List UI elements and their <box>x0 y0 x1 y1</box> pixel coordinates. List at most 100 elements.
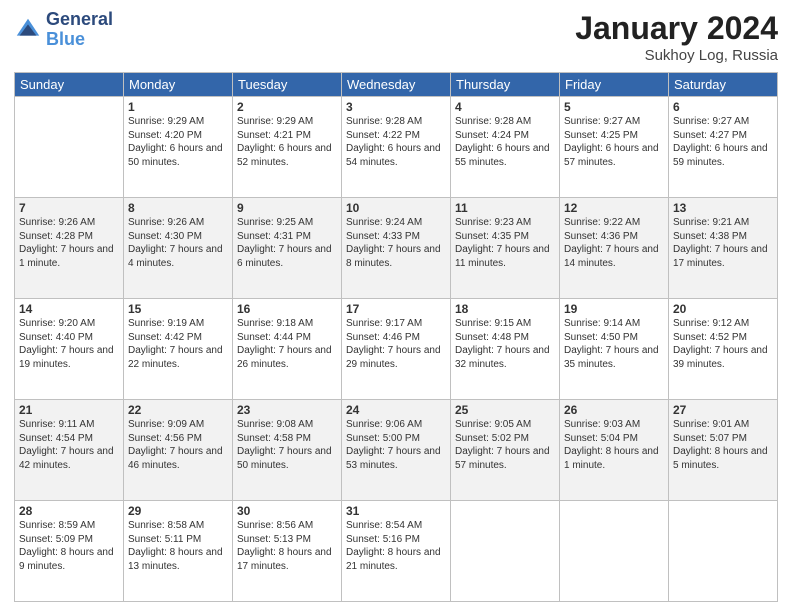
day-info: Sunrise: 8:59 AM Sunset: 5:09 PM Dayligh… <box>19 519 119 573</box>
sunset-text: Sunset: 4:38 PM <box>673 230 773 244</box>
sunset-text: Sunset: 4:33 PM <box>346 230 446 244</box>
daylight-text: Daylight: 7 hours and 1 minute. <box>19 243 119 270</box>
sunrise-text: Sunrise: 9:28 AM <box>346 115 446 129</box>
col-tuesday: Tuesday <box>233 73 342 97</box>
calendar-cell <box>560 501 669 602</box>
col-friday: Friday <box>560 73 669 97</box>
logo-general-text: General <box>46 10 113 30</box>
calendar-cell: 28 Sunrise: 8:59 AM Sunset: 5:09 PM Dayl… <box>15 501 124 602</box>
daylight-text: Daylight: 7 hours and 39 minutes. <box>673 344 773 371</box>
day-number: 9 <box>237 201 337 215</box>
calendar-cell: 23 Sunrise: 9:08 AM Sunset: 4:58 PM Dayl… <box>233 400 342 501</box>
sunset-text: Sunset: 4:31 PM <box>237 230 337 244</box>
day-number: 30 <box>237 504 337 518</box>
calendar-cell: 3 Sunrise: 9:28 AM Sunset: 4:22 PM Dayli… <box>342 97 451 198</box>
sunset-text: Sunset: 5:00 PM <box>346 432 446 446</box>
day-number: 8 <box>128 201 228 215</box>
sunset-text: Sunset: 4:44 PM <box>237 331 337 345</box>
calendar-cell: 19 Sunrise: 9:14 AM Sunset: 4:50 PM Dayl… <box>560 299 669 400</box>
daylight-text: Daylight: 7 hours and 14 minutes. <box>564 243 664 270</box>
daylight-text: Daylight: 7 hours and 8 minutes. <box>346 243 446 270</box>
sunrise-text: Sunrise: 9:27 AM <box>673 115 773 129</box>
sunrise-text: Sunrise: 9:18 AM <box>237 317 337 331</box>
calendar-cell: 18 Sunrise: 9:15 AM Sunset: 4:48 PM Dayl… <box>451 299 560 400</box>
sunrise-text: Sunrise: 8:54 AM <box>346 519 446 533</box>
sunrise-text: Sunrise: 9:15 AM <box>455 317 555 331</box>
calendar-cell: 15 Sunrise: 9:19 AM Sunset: 4:42 PM Dayl… <box>124 299 233 400</box>
day-info: Sunrise: 9:08 AM Sunset: 4:58 PM Dayligh… <box>237 418 337 472</box>
day-number: 22 <box>128 403 228 417</box>
calendar-week-row-4: 21 Sunrise: 9:11 AM Sunset: 4:54 PM Dayl… <box>15 400 778 501</box>
day-info: Sunrise: 9:27 AM Sunset: 4:25 PM Dayligh… <box>564 115 664 169</box>
day-number: 5 <box>564 100 664 114</box>
logo-blue-text: Blue <box>46 30 113 50</box>
daylight-text: Daylight: 6 hours and 50 minutes. <box>128 142 228 169</box>
daylight-text: Daylight: 6 hours and 54 minutes. <box>346 142 446 169</box>
sunset-text: Sunset: 4:54 PM <box>19 432 119 446</box>
daylight-text: Daylight: 8 hours and 13 minutes. <box>128 546 228 573</box>
sunset-text: Sunset: 4:48 PM <box>455 331 555 345</box>
day-number: 31 <box>346 504 446 518</box>
calendar-cell: 11 Sunrise: 9:23 AM Sunset: 4:35 PM Dayl… <box>451 198 560 299</box>
daylight-text: Daylight: 7 hours and 35 minutes. <box>564 344 664 371</box>
daylight-text: Daylight: 7 hours and 32 minutes. <box>455 344 555 371</box>
day-info: Sunrise: 9:18 AM Sunset: 4:44 PM Dayligh… <box>237 317 337 371</box>
sunrise-text: Sunrise: 9:19 AM <box>128 317 228 331</box>
calendar-cell: 16 Sunrise: 9:18 AM Sunset: 4:44 PM Dayl… <box>233 299 342 400</box>
sunrise-text: Sunrise: 9:24 AM <box>346 216 446 230</box>
day-info: Sunrise: 9:26 AM Sunset: 4:30 PM Dayligh… <box>128 216 228 270</box>
calendar-cell: 1 Sunrise: 9:29 AM Sunset: 4:20 PM Dayli… <box>124 97 233 198</box>
day-number: 20 <box>673 302 773 316</box>
day-number: 6 <box>673 100 773 114</box>
calendar-cell: 7 Sunrise: 9:26 AM Sunset: 4:28 PM Dayli… <box>15 198 124 299</box>
daylight-text: Daylight: 7 hours and 50 minutes. <box>237 445 337 472</box>
calendar-table: Sunday Monday Tuesday Wednesday Thursday… <box>14 72 778 602</box>
calendar-cell: 12 Sunrise: 9:22 AM Sunset: 4:36 PM Dayl… <box>560 198 669 299</box>
sunset-text: Sunset: 5:07 PM <box>673 432 773 446</box>
sunset-text: Sunset: 4:35 PM <box>455 230 555 244</box>
sunset-text: Sunset: 5:09 PM <box>19 533 119 547</box>
calendar-cell: 25 Sunrise: 9:05 AM Sunset: 5:02 PM Dayl… <box>451 400 560 501</box>
sunrise-text: Sunrise: 9:26 AM <box>128 216 228 230</box>
daylight-text: Daylight: 8 hours and 9 minutes. <box>19 546 119 573</box>
calendar-header-row: Sunday Monday Tuesday Wednesday Thursday… <box>15 73 778 97</box>
daylight-text: Daylight: 7 hours and 22 minutes. <box>128 344 228 371</box>
sunrise-text: Sunrise: 9:12 AM <box>673 317 773 331</box>
sunrise-text: Sunrise: 9:28 AM <box>455 115 555 129</box>
day-info: Sunrise: 9:05 AM Sunset: 5:02 PM Dayligh… <box>455 418 555 472</box>
day-info: Sunrise: 9:24 AM Sunset: 4:33 PM Dayligh… <box>346 216 446 270</box>
daylight-text: Daylight: 7 hours and 42 minutes. <box>19 445 119 472</box>
sunset-text: Sunset: 4:25 PM <box>564 129 664 143</box>
day-info: Sunrise: 9:26 AM Sunset: 4:28 PM Dayligh… <box>19 216 119 270</box>
daylight-text: Daylight: 7 hours and 11 minutes. <box>455 243 555 270</box>
day-number: 21 <box>19 403 119 417</box>
logo-icon <box>14 16 42 44</box>
day-number: 25 <box>455 403 555 417</box>
col-wednesday: Wednesday <box>342 73 451 97</box>
sunrise-text: Sunrise: 9:26 AM <box>19 216 119 230</box>
daylight-text: Daylight: 6 hours and 59 minutes. <box>673 142 773 169</box>
title-area: January 2024 Sukhoy Log, Russia <box>575 10 778 64</box>
sunrise-text: Sunrise: 9:22 AM <box>564 216 664 230</box>
sunset-text: Sunset: 5:13 PM <box>237 533 337 547</box>
sunrise-text: Sunrise: 8:56 AM <box>237 519 337 533</box>
sunrise-text: Sunrise: 9:27 AM <box>564 115 664 129</box>
day-number: 3 <box>346 100 446 114</box>
sunset-text: Sunset: 4:22 PM <box>346 129 446 143</box>
day-info: Sunrise: 9:01 AM Sunset: 5:07 PM Dayligh… <box>673 418 773 472</box>
calendar-cell: 5 Sunrise: 9:27 AM Sunset: 4:25 PM Dayli… <box>560 97 669 198</box>
day-info: Sunrise: 9:28 AM Sunset: 4:24 PM Dayligh… <box>455 115 555 169</box>
day-number: 11 <box>455 201 555 215</box>
sunset-text: Sunset: 4:21 PM <box>237 129 337 143</box>
day-number: 15 <box>128 302 228 316</box>
calendar-cell: 13 Sunrise: 9:21 AM Sunset: 4:38 PM Dayl… <box>669 198 778 299</box>
day-number: 24 <box>346 403 446 417</box>
header: General Blue January 2024 Sukhoy Log, Ru… <box>14 10 778 64</box>
day-info: Sunrise: 9:14 AM Sunset: 4:50 PM Dayligh… <box>564 317 664 371</box>
sunrise-text: Sunrise: 9:01 AM <box>673 418 773 432</box>
sunrise-text: Sunrise: 9:29 AM <box>237 115 337 129</box>
day-info: Sunrise: 9:15 AM Sunset: 4:48 PM Dayligh… <box>455 317 555 371</box>
logo-text: General Blue <box>46 10 113 50</box>
day-number: 13 <box>673 201 773 215</box>
calendar-cell: 30 Sunrise: 8:56 AM Sunset: 5:13 PM Dayl… <box>233 501 342 602</box>
